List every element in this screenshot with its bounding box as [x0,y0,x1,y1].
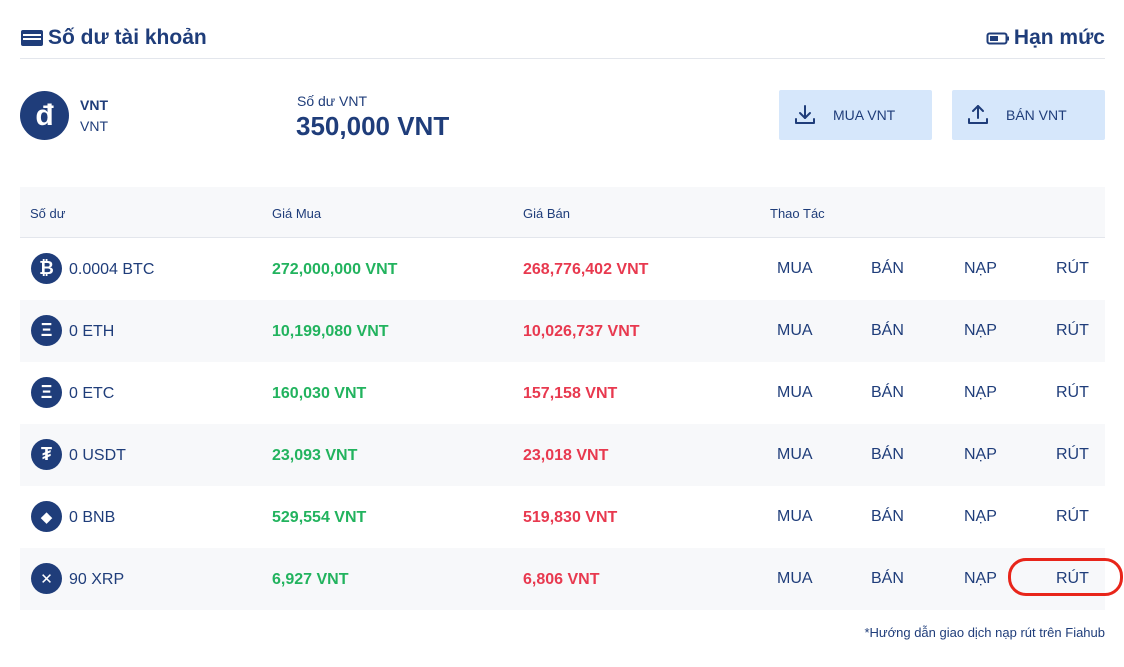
page-header: Số dư tài khoản Hạn mức [20,24,1105,59]
sell-vnt-label: BÁN VNT [1006,107,1067,123]
binance-coin-icon: ◆ [31,501,62,532]
sell-etc-button[interactable]: BÁN [871,384,904,402]
buy-eth-button[interactable]: MUA [777,322,813,340]
buy-bnb-button[interactable]: MUA [777,508,813,526]
deposit-bnb-button[interactable]: NẠP [964,508,997,526]
buy-etc-button[interactable]: MUA [777,384,813,402]
table-row-etc: Ξ 0 ETC 160,030 VNT 157,158 VNT MUA BÁN … [20,362,1105,424]
withdraw-btc-button[interactable]: RÚT [1056,260,1089,278]
currency-code: VNT [80,97,108,113]
table-row-xrp: ✕ 90 XRP 6,927 VNT 6,806 VNT MUA BÁN NẠP… [20,548,1123,610]
vnt-account-panel: đ VNT VNT Số dư VNT 350,000 VNT MUA VNT … [20,90,1105,145]
header-balance: Số dư [30,206,66,221]
coin-balance: 0 BNB [69,509,116,526]
buy-usdt-button[interactable]: MUA [777,446,813,464]
sell-eth-button[interactable]: BÁN [871,322,904,340]
buy-price: 272,000,000 VNT [272,261,398,278]
sell-price: 10,026,737 VNT [523,323,640,340]
coin-balance: 0.0004 BTC [69,261,155,278]
upload-icon [968,105,988,124]
coin-balance: 0 USDT [69,447,126,464]
table-header: Số dư Giá Mua Giá Bán Thao Tác [20,187,1105,238]
header-buy-price: Giá Mua [272,206,322,221]
sell-xrp-button[interactable]: BÁN [871,570,904,588]
sell-btc-button[interactable]: BÁN [871,260,904,278]
sell-price: 23,018 VNT [523,447,609,464]
ethereum-icon: Ξ [31,315,62,346]
buy-price: 529,554 VNT [272,509,367,526]
sell-price: 157,158 VNT [523,385,618,402]
deposit-btc-button[interactable]: NẠP [964,260,997,278]
download-icon [795,105,815,124]
buy-price: 10,199,080 VNT [272,323,389,340]
withdraw-eth-button[interactable]: RÚT [1056,322,1089,340]
sell-price: 519,830 VNT [523,509,618,526]
buy-vnt-button[interactable]: MUA VNT [779,90,932,140]
page-title: Số dư tài khoản [48,26,207,49]
withdraw-xrp-button[interactable]: RÚT [1056,570,1089,588]
buy-vnt-label: MUA VNT [833,107,896,123]
sell-vnt-button[interactable]: BÁN VNT [952,90,1105,140]
currency-name: VNT [80,118,108,134]
table-row-btc: ₿ 0.0004 BTC 272,000,000 VNT 268,776,402… [20,238,1105,300]
vnt-dong-icon: đ [20,91,69,140]
coin-balance: 0 ETC [69,385,115,402]
header-actions: Thao Tác [770,206,825,221]
coin-balance: 0 ETH [69,323,115,340]
withdraw-etc-button[interactable]: RÚT [1056,384,1089,402]
withdraw-bnb-button[interactable]: RÚT [1056,508,1089,526]
sell-bnb-button[interactable]: BÁN [871,508,904,526]
coin-balance: 90 XRP [69,571,125,588]
sell-price: 6,806 VNT [523,571,600,588]
deposit-etc-button[interactable]: NẠP [964,384,997,402]
balance-value: 350,000 VNT [296,111,450,141]
limit-link[interactable]: Hạn mức [986,26,1105,50]
deposit-eth-button[interactable]: NẠP [964,322,997,340]
header-sell-price: Giá Bán [523,206,570,221]
ethereum-classic-icon: Ξ [31,377,62,408]
sell-price: 268,776,402 VNT [523,261,649,278]
limit-label: Hạn mức [1013,26,1105,49]
buy-price: 6,927 VNT [272,571,349,588]
tether-icon: ₮ [31,439,62,470]
ripple-icon: ✕ [31,563,62,594]
buy-price: 23,093 VNT [272,447,358,464]
account-balance-title: Số dư tài khoản [20,26,207,50]
deposit-xrp-button[interactable]: NẠP [964,570,997,588]
deposit-usdt-button[interactable]: NẠP [964,446,997,464]
trading-guide-note[interactable]: *Hướng dẫn giao dịch nạp rút trên Fiahub [864,625,1105,640]
buy-btc-button[interactable]: MUA [777,260,813,278]
table-row-usdt: ₮ 0 USDT 23,093 VNT 23,018 VNT MUA BÁN N… [20,424,1105,486]
balance-label: Số dư VNT [297,93,368,109]
table-row-bnb: ◆ 0 BNB 529,554 VNT 519,830 VNT MUA BÁN … [20,486,1105,548]
wallet-icon [21,30,43,46]
table-row-eth: Ξ 0 ETH 10,199,080 VNT 10,026,737 VNT MU… [20,300,1105,362]
sell-usdt-button[interactable]: BÁN [871,446,904,464]
withdraw-usdt-button[interactable]: RÚT [1056,446,1089,464]
battery-icon [986,32,1009,45]
buy-price: 160,030 VNT [272,385,367,402]
bitcoin-icon: ₿ [31,253,62,284]
buy-xrp-button[interactable]: MUA [777,570,813,588]
crypto-balance-table: Số dư Giá Mua Giá Bán Thao Tác ₿ 0.0004 … [20,187,1123,610]
